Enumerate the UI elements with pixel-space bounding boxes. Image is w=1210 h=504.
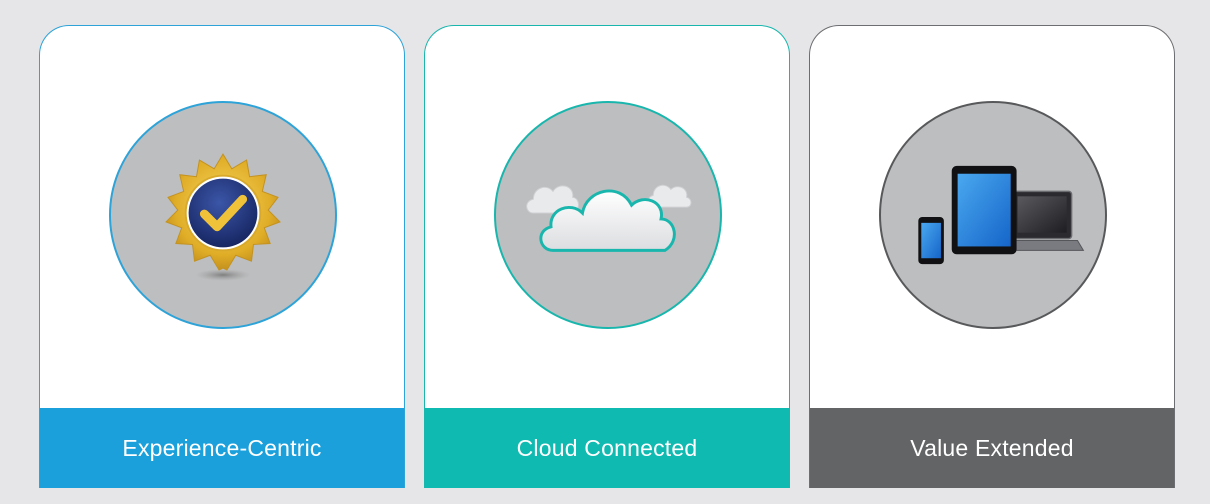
- devices-icon-circle: [879, 101, 1107, 329]
- experience-centric-card: Experience-Centric: [39, 25, 405, 488]
- cloud-connected-card: Cloud Connected: [424, 25, 790, 488]
- card-label: Cloud Connected: [516, 434, 698, 461]
- experience-icon-circle: [109, 101, 337, 329]
- experience-centric-footer: Experience-Centric: [40, 408, 404, 488]
- value-extended-card: Value Extended: [809, 25, 1175, 488]
- cloud-connected-footer: Cloud Connected: [425, 408, 789, 488]
- card-label: Experience-Centric: [122, 434, 322, 461]
- card-label: Value Extended: [910, 434, 1074, 461]
- cloud-icon: [526, 184, 692, 252]
- gold-seal-checkmark-icon: [165, 153, 281, 281]
- value-extended-footer: Value Extended: [810, 408, 1174, 488]
- cloud-icon-circle: [494, 101, 722, 329]
- devices-icon: [918, 165, 1085, 265]
